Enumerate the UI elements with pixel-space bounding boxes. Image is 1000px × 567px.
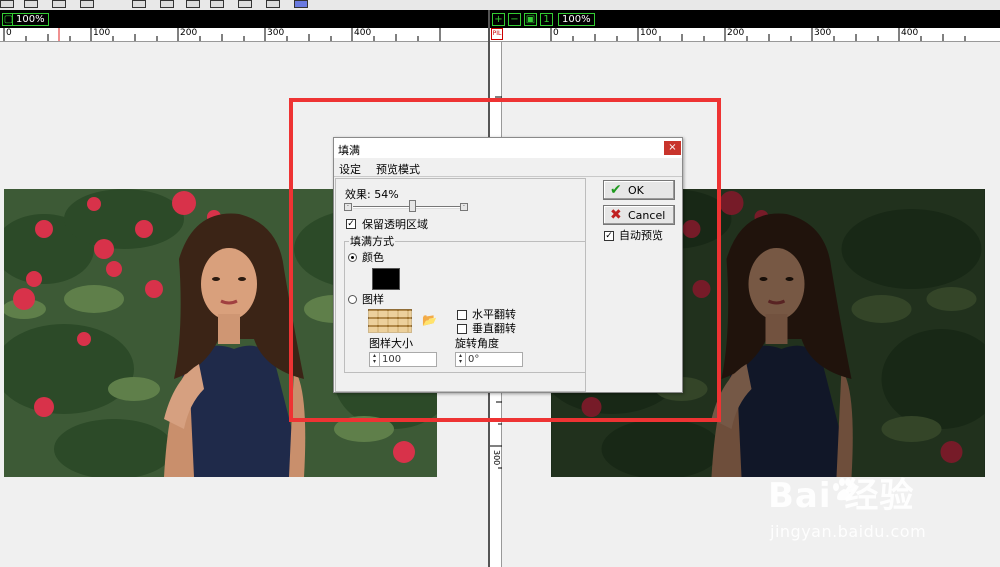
close-icon[interactable]: × <box>664 141 681 155</box>
ruler-label: 400 <box>354 28 372 38</box>
ruler-label: 0 <box>6 28 12 38</box>
cancel-button-label: Cancel <box>628 209 666 222</box>
app-window: ▢ 100% 0 100 200 300 400 + − ▣ 1 100% 0 … <box>0 0 1000 567</box>
pattern-texture <box>368 309 412 333</box>
folder-open-icon[interactable]: 📂 <box>422 314 437 326</box>
flip-horizontal-checkbox[interactable] <box>457 310 467 320</box>
zoom-level: 100% <box>558 13 595 26</box>
ruler-label: 0 <box>553 28 559 38</box>
pane-toolbar: + − ▣ 1 100% <box>490 10 1000 28</box>
menu-settings[interactable]: 设定 <box>339 161 361 177</box>
star-icon[interactable] <box>294 0 308 8</box>
rotation-value: 0° <box>468 354 480 365</box>
pattern-size-label: 图样大小 <box>369 337 413 350</box>
dialog-title-bar[interactable]: 填满 × <box>334 138 682 158</box>
ruler-ticks <box>550 28 966 41</box>
actual-size-icon[interactable]: 1 <box>540 13 553 26</box>
pattern-size-value: 100 <box>382 354 402 365</box>
watermark-url: jingyan.baidu.com <box>770 522 927 541</box>
toolbar-tool-icon[interactable] <box>24 0 38 8</box>
effect-slider-track[interactable] <box>353 206 463 209</box>
ruler-label: 400 <box>901 28 919 38</box>
menu-preview-mode[interactable]: 预览模式 <box>376 161 420 177</box>
fit-icon[interactable]: ▣ <box>524 13 537 26</box>
cancel-button[interactable]: ✖ Cancel <box>603 205 675 225</box>
keep-transparent-label: 保留透明区域 <box>362 218 428 231</box>
toolbar-tool-icon[interactable] <box>186 0 200 8</box>
ruler-label: 300 <box>267 28 285 38</box>
pil-badge: PIL <box>491 28 503 40</box>
rotation-spinner[interactable]: ▴ ▾ 0° <box>455 352 523 367</box>
zoom-level: 100% <box>12 13 49 26</box>
baidu-watermark: Bai 经验 jingyan.baidu.com <box>768 468 993 548</box>
effect-slider-thumb[interactable] <box>409 200 417 212</box>
toolbar-tool-icon[interactable] <box>160 0 174 8</box>
color-radio[interactable] <box>348 253 357 262</box>
ruler-label: 300 <box>814 28 832 38</box>
ruler-label: 100 <box>93 28 111 38</box>
toolbar-tool-icon[interactable] <box>238 0 252 8</box>
color-swatch[interactable] <box>372 268 400 290</box>
ok-button-label: OK <box>628 184 644 197</box>
ruler-label: 100 <box>640 28 658 38</box>
flip-horizontal-label: 水平翻转 <box>472 308 516 321</box>
toolbar-tool-icon[interactable] <box>80 0 94 8</box>
spinner-arrows-icon[interactable]: ▴ ▾ <box>456 353 466 366</box>
rotation-label: 旋转角度 <box>455 337 499 350</box>
ok-button[interactable]: ✔ OK <box>603 180 675 200</box>
paw-icon <box>833 478 856 501</box>
ruler-label: 300 <box>492 450 501 466</box>
menu-separator <box>334 176 682 177</box>
horizontal-ruler: 0 100 200 300 400 <box>490 28 1000 42</box>
slider-max-button[interactable]: · <box>460 203 468 211</box>
toolbar-tool-icon[interactable] <box>52 0 66 8</box>
keep-transparent-checkbox[interactable]: ✓ <box>346 219 356 229</box>
cross-icon: ✖ <box>610 207 622 223</box>
ruler-ticks <box>3 28 441 41</box>
slider-min-button[interactable]: · <box>344 203 352 211</box>
flip-vertical-label: 垂直翻转 <box>472 322 516 335</box>
effect-label: 效果: 54% <box>345 188 399 201</box>
flip-vertical-checkbox[interactable] <box>457 324 467 334</box>
zoom-out-icon[interactable]: − <box>508 13 521 26</box>
toolbar-tool-icon[interactable] <box>0 0 14 8</box>
pattern-radio-label: 图样 <box>362 293 384 306</box>
spinner-arrows-icon[interactable]: ▴ ▾ <box>370 353 380 366</box>
zoom-in-icon[interactable]: + <box>492 13 505 26</box>
ruler-label: 200 <box>180 28 198 38</box>
pane-toolbar: ▢ 100% <box>0 10 488 28</box>
dialog-title: 填满 <box>338 144 360 157</box>
auto-preview-checkbox[interactable]: ✓ <box>604 231 614 241</box>
auto-preview-label: 自动预览 <box>619 229 663 242</box>
pattern-size-spinner[interactable]: ▴ ▾ 100 <box>369 352 437 367</box>
fill-method-label: 填满方式 <box>349 235 395 248</box>
fill-dialog: 填满 × 设定 预览模式 效果: 54% · · ✓ 保留透明区域 填满方式 颜… <box>333 137 683 393</box>
horizontal-ruler: 0 100 200 300 400 <box>0 28 488 42</box>
checkmark-icon: ✔ <box>610 182 622 198</box>
top-toolbar <box>0 0 1000 10</box>
toolbar-tool-icon[interactable] <box>132 0 146 8</box>
pattern-radio[interactable] <box>348 295 357 304</box>
ruler-label: 200 <box>727 28 745 38</box>
color-radio-label: 颜色 <box>362 251 384 264</box>
toolbar-tool-icon[interactable] <box>210 0 224 8</box>
toolbar-tool-icon[interactable] <box>266 0 280 8</box>
